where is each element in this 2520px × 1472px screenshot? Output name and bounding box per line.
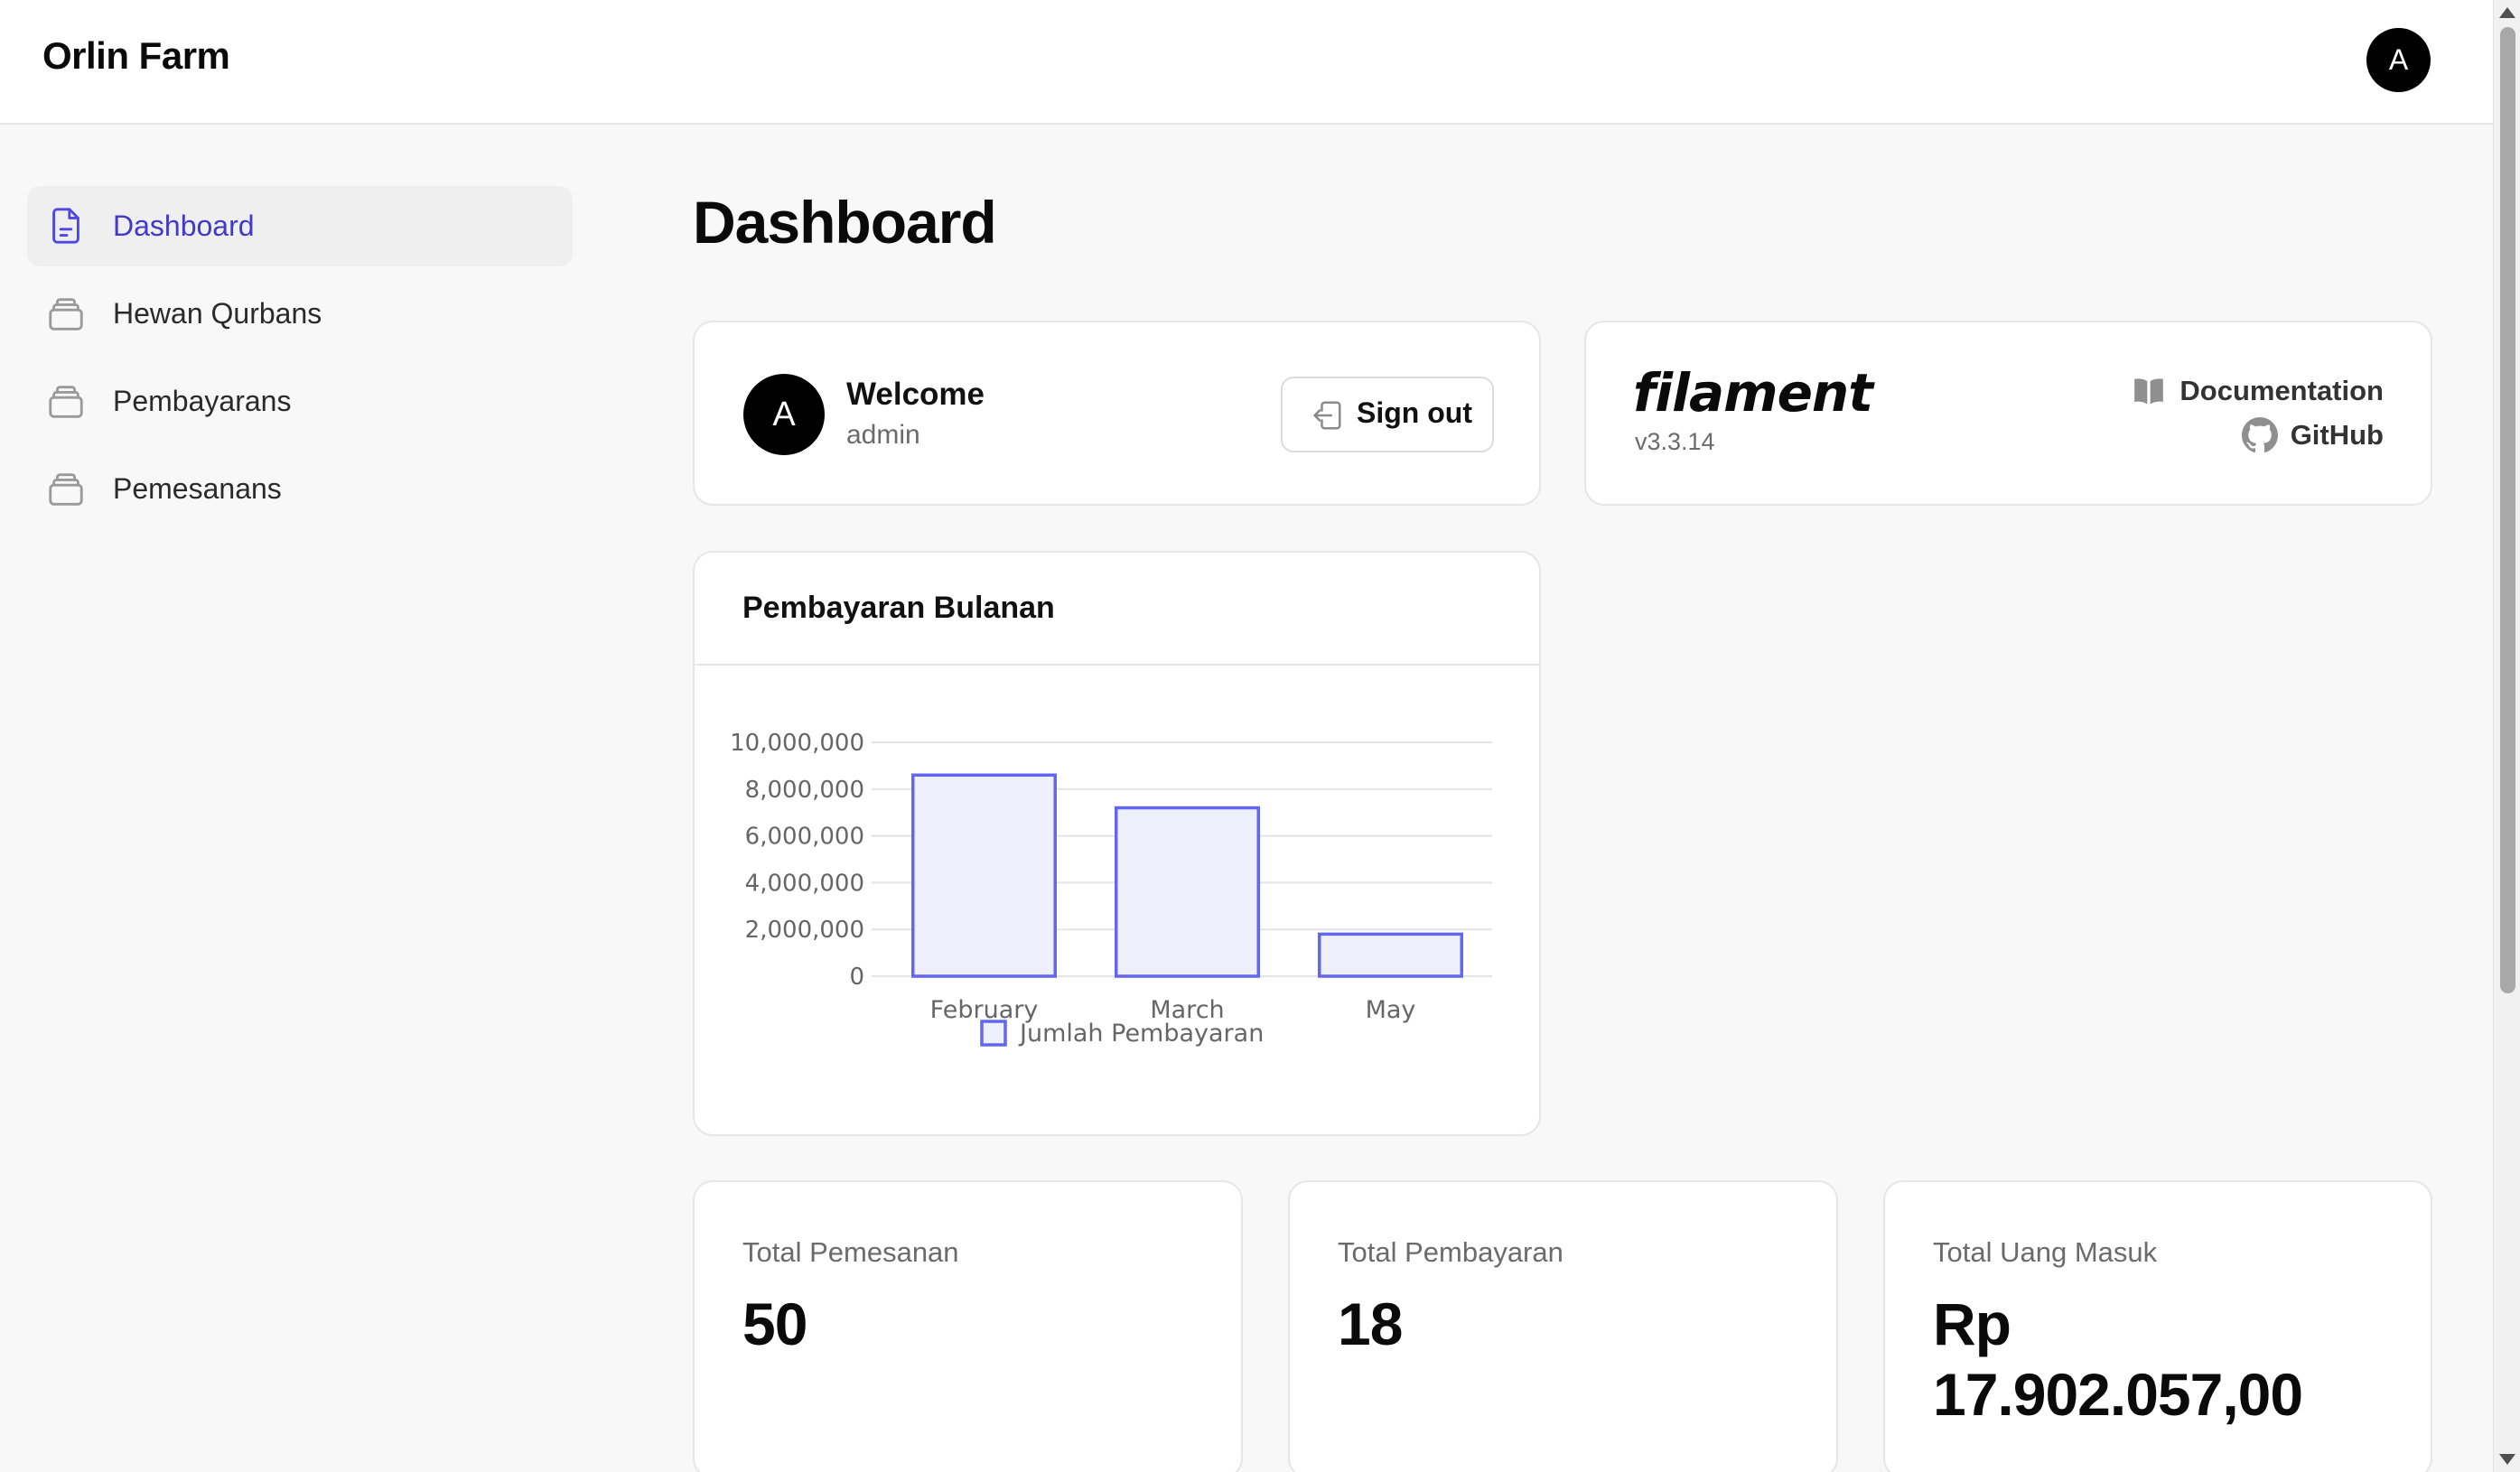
filament-logo[interactable]: filament — [1633, 362, 1873, 424]
top-bar: Orlin Farm A — [0, 0, 2493, 125]
user-avatar[interactable]: A — [2366, 28, 2431, 92]
brand-title[interactable]: Orlin Farm — [42, 34, 230, 78]
sidebar: Dashboard Hewan Qurbans Pembayarans Peme… — [27, 186, 573, 536]
bar-february — [911, 773, 1057, 978]
document-icon — [52, 208, 79, 244]
y-tick-label: 8,000,000 — [745, 777, 864, 804]
sign-out-button[interactable]: Sign out — [1281, 377, 1494, 452]
github-label: GitHub — [2290, 419, 2384, 451]
x-tick-label: May — [1366, 996, 1416, 1024]
welcome-avatar: A — [743, 374, 825, 455]
stat-card-total-uang-masuk: Total Uang Masuk Rp 17.902.057,00 — [1883, 1180, 2432, 1472]
bar-may — [1318, 932, 1463, 978]
y-tick-label: 6,000,000 — [745, 824, 864, 851]
stat-value: 18 — [1338, 1290, 1403, 1357]
sidebar-item-label: Hewan Qurbans — [113, 297, 322, 330]
sidebar-item-label: Pemesanans — [113, 472, 282, 505]
scroll-thumb[interactable] — [2500, 27, 2515, 993]
stat-card-total-pembayaran: Total Pembayaran 18 — [1288, 1180, 1838, 1472]
documentation-link[interactable]: Documentation — [2131, 373, 2384, 409]
page-scrollbar[interactable] — [2493, 0, 2520, 1472]
y-tick-label: 10,000,000 — [730, 730, 864, 757]
filament-version: v3.3.14 — [1635, 428, 1715, 455]
stack-icon — [49, 386, 83, 418]
github-link[interactable]: GitHub — [2241, 417, 2384, 453]
page-title: Dashboard — [693, 189, 997, 256]
y-tick-label: 2,000,000 — [745, 917, 864, 944]
book-open-icon — [2134, 378, 2164, 405]
monthly-payments-chart-card: Pembayaran Bulanan 0 2,000,000 4,000,000 6,… — [693, 551, 1541, 1136]
welcome-username: admin — [846, 420, 920, 450]
stat-value: 50 — [742, 1290, 807, 1357]
y-tick-label: 0 — [849, 964, 864, 991]
stack-icon — [49, 473, 83, 506]
stat-value-currency: Rp — [1933, 1290, 2011, 1357]
stack-icon — [49, 298, 83, 331]
welcome-card: A Welcome admin Sign out — [693, 321, 1541, 506]
scroll-up-arrow-icon[interactable] — [2499, 7, 2515, 18]
y-tick-label: 4,000,000 — [745, 870, 864, 897]
sidebar-item-label: Pembayarans — [113, 385, 292, 417]
bar-chart: 0 2,000,000 4,000,000 6,000,000 8,000,000 10,… — [730, 730, 1492, 1048]
chart-header: Pembayaran Bulanan — [695, 553, 1539, 666]
documentation-label: Documentation — [2179, 375, 2384, 406]
legend-swatch — [980, 1020, 1007, 1047]
sign-out-label: Sign out — [1357, 396, 1472, 429]
stat-card-total-pemesanan: Total Pemesanan 50 — [693, 1180, 1243, 1472]
stat-label: Total Pemesanan — [742, 1236, 959, 1268]
sidebar-item-pembayarans[interactable]: Pembayarans — [27, 361, 573, 442]
sidebar-item-label: Dashboard — [113, 210, 255, 242]
github-icon — [2241, 417, 2278, 453]
chart-title: Pembayaran Bulanan — [742, 591, 1055, 625]
legend-label: Jumlah Pembayaran — [1018, 1020, 1264, 1048]
sidebar-item-hewan-qurbans[interactable]: Hewan Qurbans — [27, 274, 573, 354]
stat-value-amount: 17.902.057,00 — [1933, 1361, 2303, 1428]
bar-march — [1115, 806, 1260, 978]
stat-label: Total Pembayaran — [1338, 1236, 1563, 1268]
sign-out-icon — [1313, 401, 1341, 430]
stat-label: Total Uang Masuk — [1933, 1236, 2158, 1268]
sidebar-item-pemesanans[interactable]: Pemesanans — [27, 449, 573, 529]
stat-value: Rp 17.902.057,00 — [1933, 1289, 2303, 1430]
sidebar-item-dashboard[interactable]: Dashboard — [27, 186, 573, 266]
filament-info-card: filament v3.3.14 Documentation GitHub — [1584, 321, 2432, 506]
welcome-title: Welcome — [846, 377, 985, 412]
scroll-down-arrow-icon[interactable] — [2499, 1454, 2515, 1465]
